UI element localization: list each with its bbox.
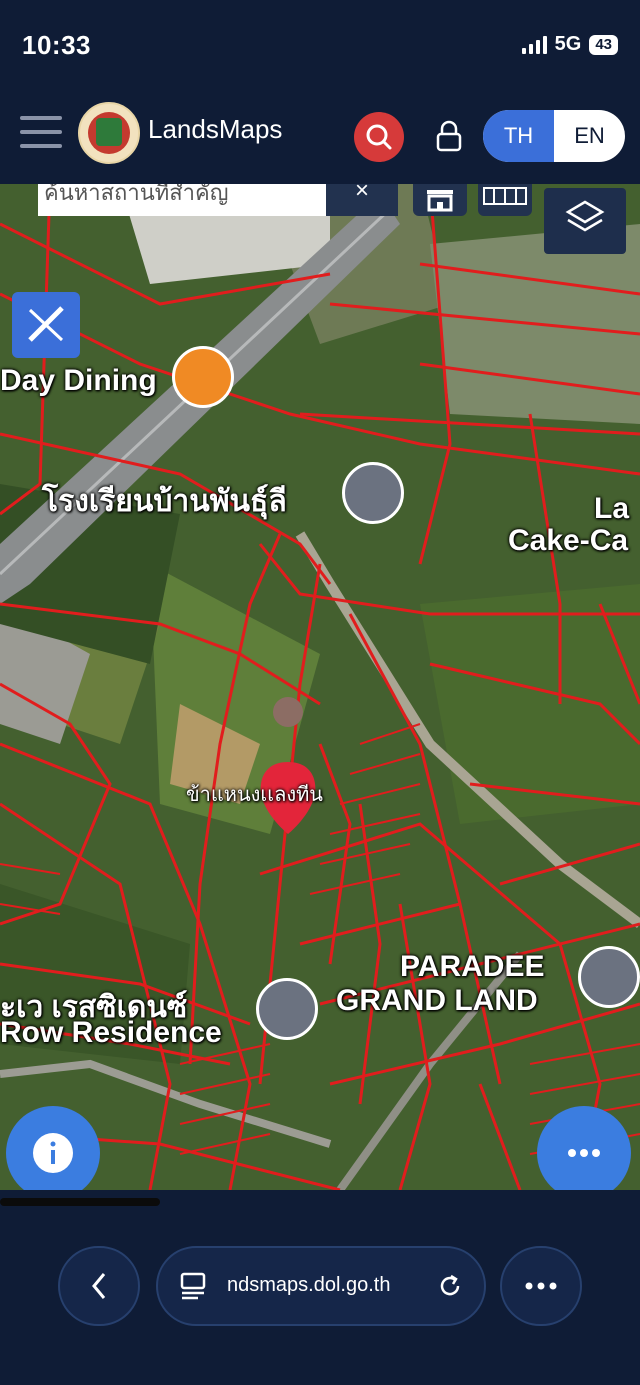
status-indicators: 5G 43 xyxy=(521,33,618,56)
reload-icon[interactable] xyxy=(434,1270,466,1302)
dol-seal-logo xyxy=(78,102,140,164)
menu-icon[interactable] xyxy=(20,116,62,148)
ruler-pencil-icon xyxy=(28,306,64,342)
browser-more-button[interactable] xyxy=(500,1246,582,1326)
more-options-button[interactable] xyxy=(537,1106,631,1200)
chevron-left-icon xyxy=(92,1273,106,1299)
layers-icon xyxy=(565,200,605,232)
marker-label: ข้าแหนงเเลงทีน xyxy=(186,784,323,806)
scroll-indicator xyxy=(0,1198,160,1206)
lang-th-button[interactable]: TH xyxy=(483,110,554,162)
residence-poi-icon[interactable] xyxy=(256,978,318,1040)
map-label-school: โรงเรียนบ้านพันธุ์ลี xyxy=(42,485,287,518)
map-label-cake-line2: Cake-Ca xyxy=(508,524,629,557)
app-header: LandsMaps TH EN xyxy=(0,92,640,184)
status-time: 10:33 xyxy=(22,30,91,60)
app-title: LandsMaps xyxy=(148,114,283,144)
building-tool-button[interactable] xyxy=(413,184,467,216)
grid-icon xyxy=(483,187,527,205)
battery-icon: 43 xyxy=(589,34,618,55)
map-view[interactable]: Day Dining โรงเรียนบ้านพันธุ์ลี La Cake-… xyxy=(0,184,640,1190)
info-button[interactable] xyxy=(6,1106,100,1200)
clear-search-button[interactable]: × xyxy=(326,179,398,216)
building-icon xyxy=(427,190,453,212)
layers-button[interactable] xyxy=(544,188,626,254)
signal-icon xyxy=(521,35,547,54)
back-button[interactable] xyxy=(58,1246,140,1326)
network-label: 5G xyxy=(554,33,582,55)
url-text: ndsmaps.dol.go.th xyxy=(227,1274,391,1296)
grid-tool-button[interactable] xyxy=(478,184,532,216)
status-bar: 10:33 5G 43 xyxy=(0,0,640,92)
search-button[interactable] xyxy=(354,112,404,162)
info-icon xyxy=(33,1133,73,1173)
language-toggle[interactable]: TH EN xyxy=(483,110,625,162)
tabs-icon xyxy=(180,1272,206,1300)
school-icon[interactable] xyxy=(342,462,404,524)
lock-icon xyxy=(436,120,462,152)
lock-button[interactable] xyxy=(432,118,466,154)
restaurant-icon[interactable] xyxy=(172,346,234,408)
paradee-poi-icon[interactable] xyxy=(578,946,640,1008)
map-label-cake-line1: La xyxy=(594,492,630,525)
search-icon xyxy=(366,124,392,150)
landmark-search-input[interactable]: ค้นหาสถานที่สำคัญ xyxy=(38,184,326,216)
measure-tool-button[interactable] xyxy=(12,292,80,358)
map-label-paradee-line1: PARADEE xyxy=(400,950,545,983)
lang-en-button[interactable]: EN xyxy=(554,110,625,162)
map-label-residence-line2: Row Residence xyxy=(0,1016,222,1049)
map-label-day-dining: Day Dining xyxy=(0,364,157,397)
map-label-paradee-line2: GRAND LAND xyxy=(336,984,538,1017)
more-icon xyxy=(568,1149,600,1157)
more-icon xyxy=(525,1282,557,1290)
